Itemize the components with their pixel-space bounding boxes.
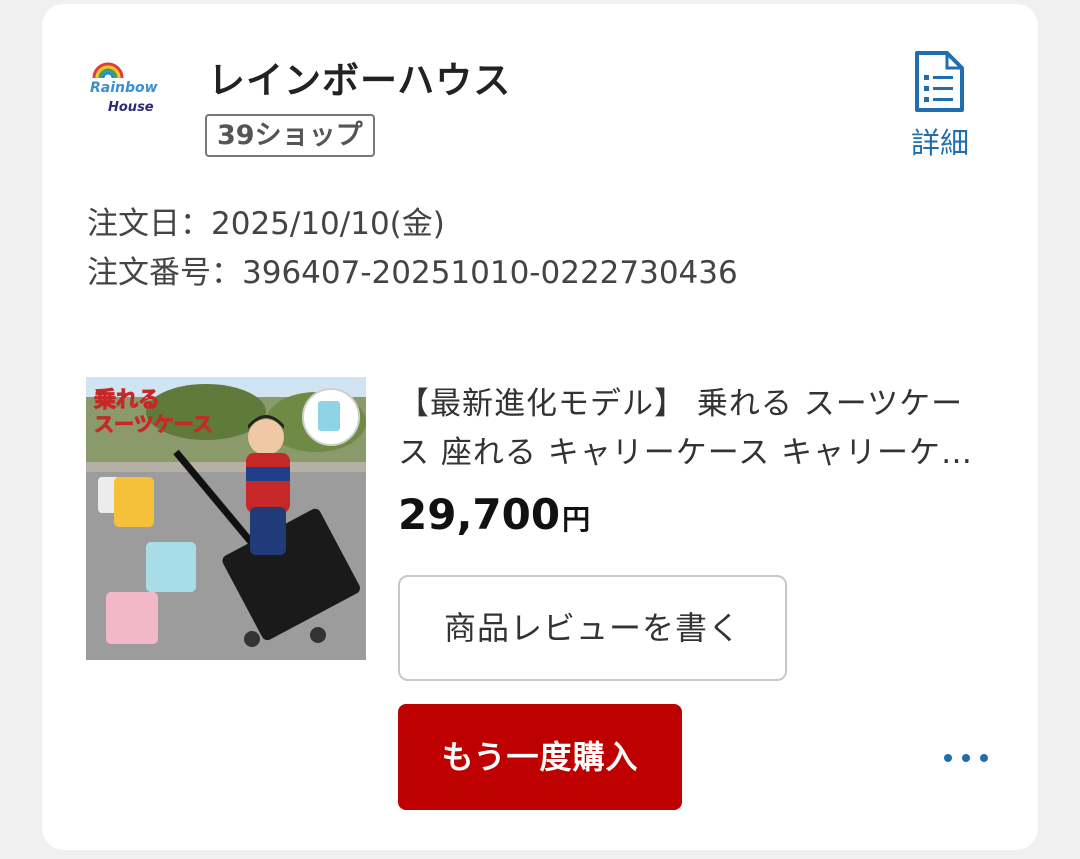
image-caption-bottom: スーツケース [94,412,213,436]
order-number: 注文番号：396407-20251010-0222730436 [87,255,738,291]
product-price: 29,700円 [398,490,590,539]
write-review-button[interactable]: 商品レビューを書く [398,575,787,681]
logo-text-house: House [108,100,154,115]
image-caption-top: 乗れる [94,388,160,413]
detail-button[interactable]: 詳細 [898,48,982,168]
product-image[interactable]: 乗れる スーツケース [86,377,366,660]
order-card: Rainbow House レインボーハウス 39ショップ 詳細 注文日：202… [42,4,1038,850]
detail-label: 詳細 [910,126,969,160]
shop-logo: Rainbow House [86,60,170,122]
order-date: 注文日：2025/10/10(金) [87,206,445,242]
shop-badge: 39ショップ [205,114,375,157]
logo-text-rainbow: Rainbow [90,80,158,96]
product-title[interactable]: 【最新進化モデル】 乗れる スーツケース 座れる キャリーケース キャリーケース… [398,380,988,478]
price-unit: 円 [562,503,591,536]
shop-name[interactable]: レインボーハウス [208,50,511,104]
buy-again-button[interactable]: もう一度購入 [398,704,682,810]
more-dots-icon[interactable] [940,738,992,778]
document-list-icon [915,51,964,112]
price-amount: 29,700 [398,490,561,539]
